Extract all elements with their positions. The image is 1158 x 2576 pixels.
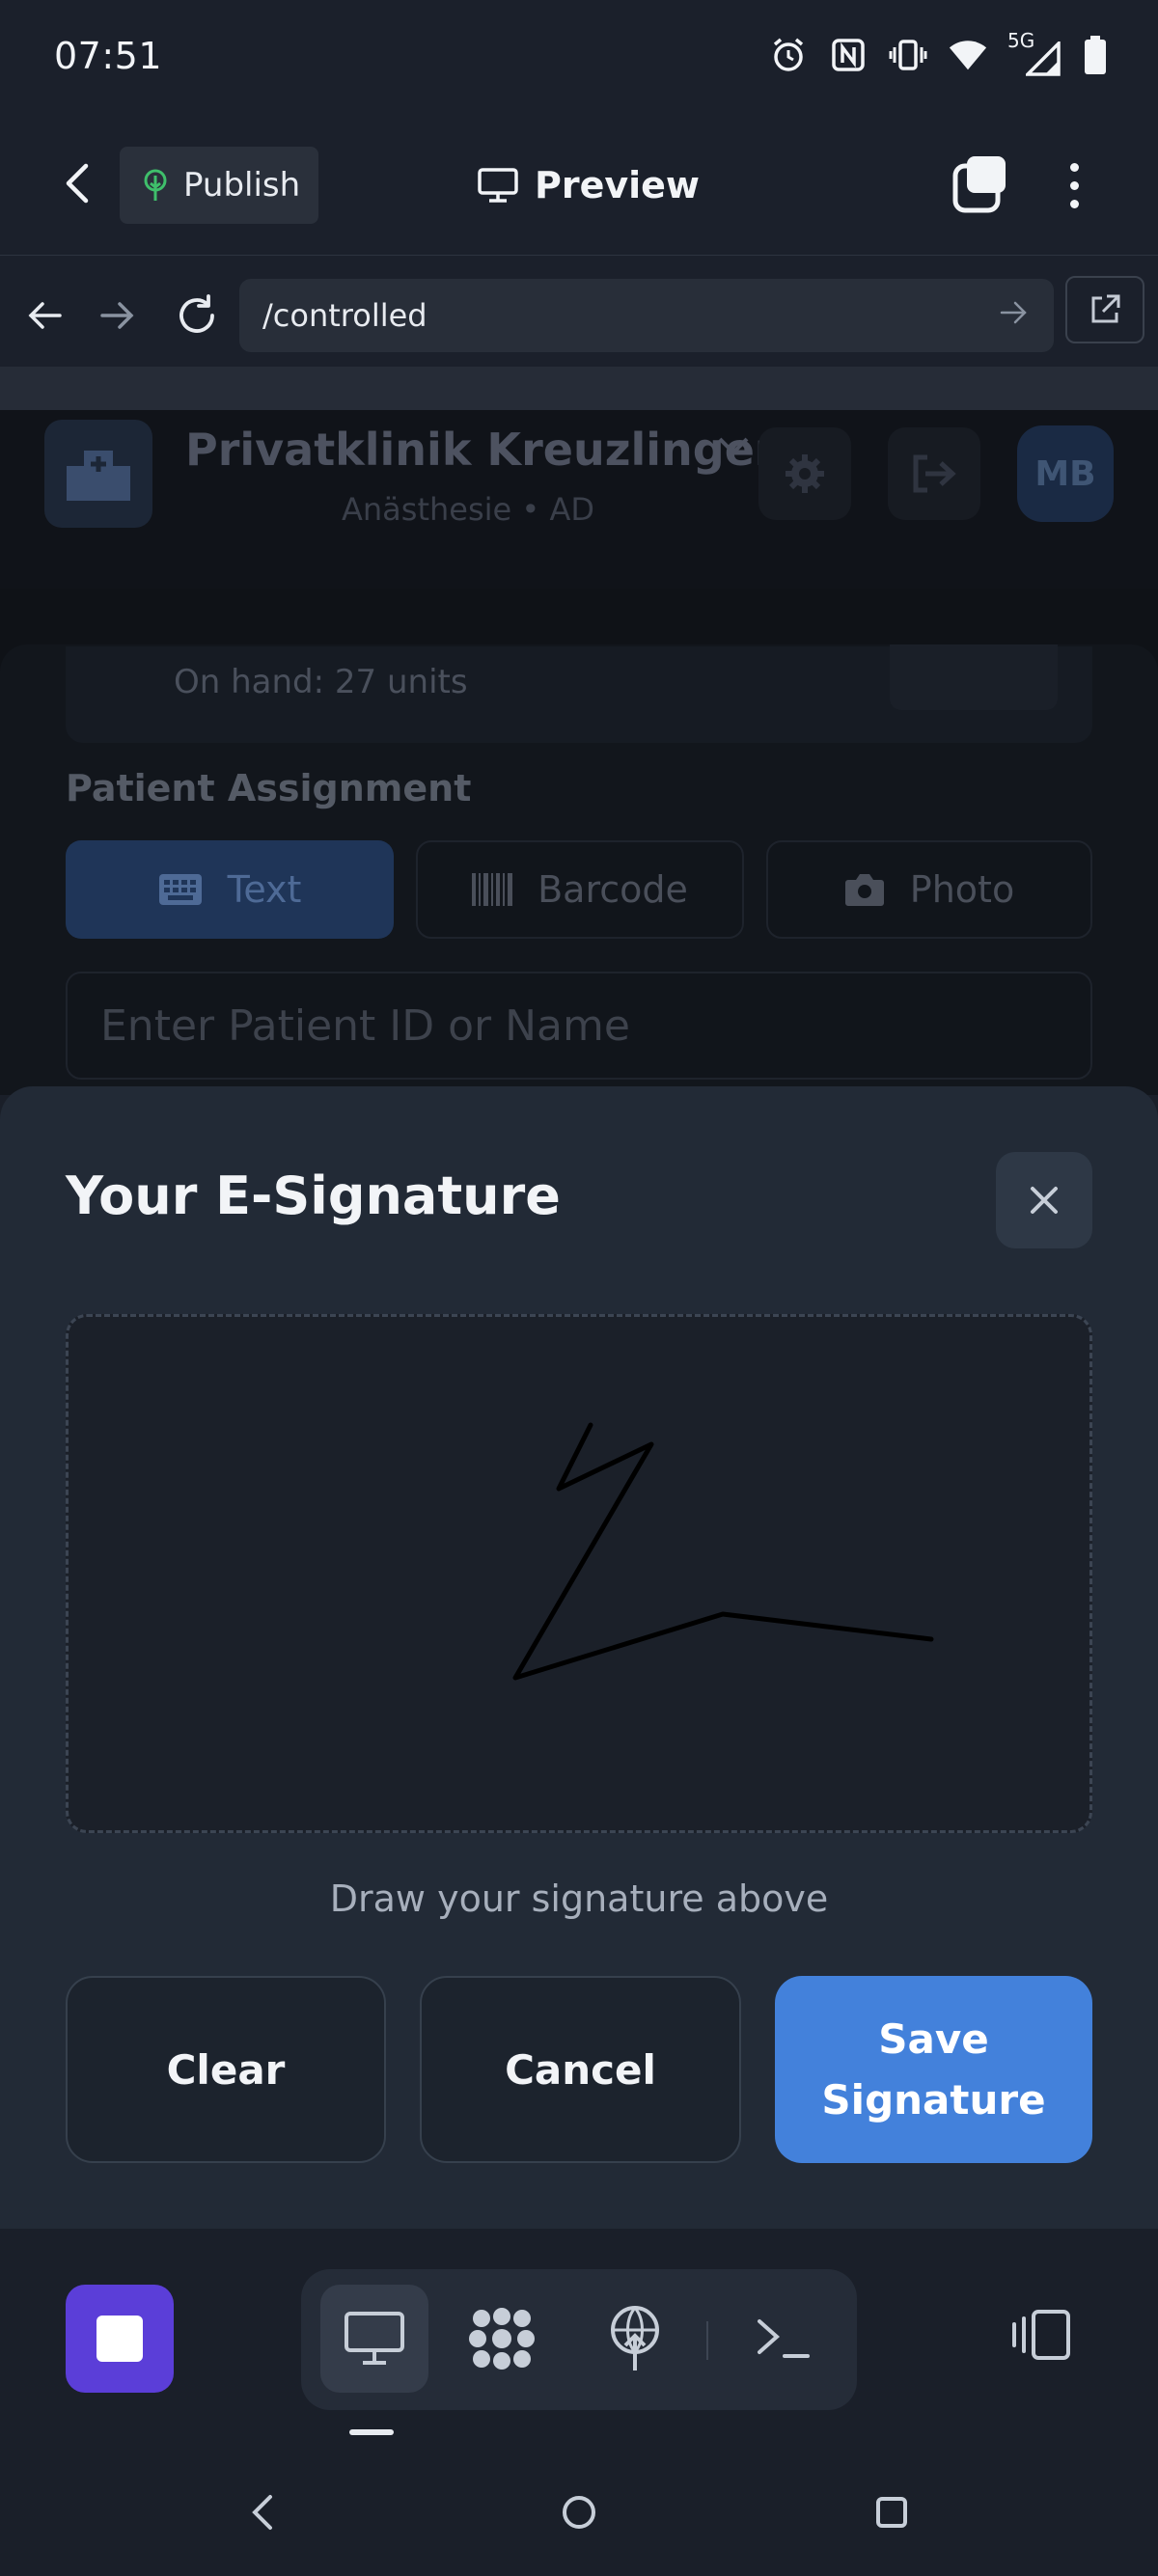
page-background: Privatklinik Kreuzlingen Anästhesie • AD… xyxy=(0,410,1158,1095)
modal-title: Your E-Signature xyxy=(66,1165,561,1226)
chevron-down-icon[interactable] xyxy=(716,433,751,458)
mode-barcode-label: Barcode xyxy=(538,868,688,911)
save-signature-button[interactable]: Save Signature xyxy=(775,1976,1092,2163)
terminal-icon xyxy=(758,2319,810,2358)
system-back-button[interactable] xyxy=(234,2483,291,2541)
system-recents-button[interactable] xyxy=(863,2483,921,2541)
barcode-icon xyxy=(472,873,513,906)
alarm-icon xyxy=(768,35,809,75)
battery-icon xyxy=(1081,35,1110,75)
reload-button[interactable] xyxy=(170,288,224,343)
settings-button[interactable] xyxy=(758,427,851,520)
logout-button[interactable] xyxy=(888,427,980,520)
system-home-button[interactable] xyxy=(550,2483,608,2541)
status-time: 07:51 xyxy=(54,35,163,77)
clinic-header: Privatklinik Kreuzlingen Anästhesie • AD… xyxy=(0,410,1158,589)
vibrate-icon xyxy=(888,35,928,75)
deploy-tool-button[interactable] xyxy=(581,2285,689,2393)
arrow-right-icon xyxy=(100,302,134,329)
dot xyxy=(1069,199,1079,208)
url-text: /controlled xyxy=(262,297,427,334)
external-link-icon xyxy=(1091,294,1120,323)
agent-tool-button[interactable] xyxy=(448,2285,556,2393)
browser-forward-button[interactable] xyxy=(91,288,145,343)
mode-barcode-button[interactable]: Barcode xyxy=(416,840,744,939)
avatar[interactable]: MB xyxy=(1017,425,1114,522)
signature-modal: Your E-Signature Draw your signature abo… xyxy=(0,1086,1158,2229)
cancel-button[interactable]: Cancel xyxy=(420,1976,741,2163)
clear-label: Clear xyxy=(166,2045,286,2094)
dot xyxy=(1069,162,1079,172)
mode-photo-label: Photo xyxy=(909,868,1015,911)
clinic-subtitle: Anästhesie • AD xyxy=(342,491,594,528)
dot xyxy=(1069,180,1079,190)
clear-button[interactable]: Clear xyxy=(66,1976,386,2163)
active-tool-indicator xyxy=(349,2429,394,2435)
stop-button[interactable] xyxy=(66,2285,174,2393)
signature-hint: Draw your signature above xyxy=(329,1877,829,1920)
patient-assignment-label: Patient Assignment xyxy=(66,767,472,809)
side-panel-icon xyxy=(1012,2310,1070,2360)
monitor-icon xyxy=(478,168,518,203)
save-signature-label: Save Signature xyxy=(821,2015,1046,2124)
app-bar: Publish Preview xyxy=(0,116,1158,256)
page-top-strip xyxy=(0,367,1158,410)
publish-icon xyxy=(144,169,167,201)
network-type-label: 5G xyxy=(1007,29,1035,52)
layout-toggle-button[interactable] xyxy=(1000,2294,1081,2375)
clinic-name[interactable]: Privatklinik Kreuzlingen xyxy=(185,424,786,476)
medication-action-button[interactable] xyxy=(890,644,1058,710)
more-options-button[interactable] xyxy=(1052,154,1096,216)
close-button[interactable] xyxy=(996,1152,1092,1248)
signature-stroke xyxy=(512,1422,934,1681)
patient-id-placeholder: Enter Patient ID or Name xyxy=(100,1000,630,1051)
url-input[interactable]: /controlled xyxy=(239,279,1054,352)
stop-icon xyxy=(96,2316,143,2362)
agent-icon xyxy=(469,2308,535,2370)
mode-photo-button[interactable]: Photo xyxy=(766,840,1092,939)
keyboard-icon xyxy=(158,874,202,905)
open-external-button[interactable] xyxy=(1065,276,1144,343)
preview-toggle[interactable]: Preview xyxy=(477,151,700,220)
close-icon xyxy=(1031,1187,1058,1214)
system-nav-bar xyxy=(0,2451,1158,2576)
chevron-left-icon xyxy=(252,2495,272,2530)
tool-group xyxy=(301,2269,857,2410)
cancel-label: Cancel xyxy=(505,2045,656,2094)
hospital-icon xyxy=(44,420,152,528)
dev-toolbar xyxy=(0,2229,1158,2451)
tool-divider xyxy=(706,2321,708,2360)
back-button[interactable] xyxy=(48,154,106,212)
gear-icon xyxy=(786,454,824,493)
browser-back-button[interactable] xyxy=(17,288,71,343)
status-icons: 5G xyxy=(768,29,1110,76)
home-circle-icon xyxy=(563,2496,595,2529)
mode-text-button[interactable]: Text xyxy=(66,840,394,939)
arrow-left-icon xyxy=(28,302,62,329)
recents-square-icon xyxy=(876,2497,907,2528)
cellular-signal-icon: 5G xyxy=(1007,29,1062,76)
deploy-icon xyxy=(611,2306,659,2370)
reload-icon xyxy=(179,294,214,333)
preview-label: Preview xyxy=(535,164,701,206)
wifi-icon xyxy=(948,35,988,75)
status-bar: 07:51 5G xyxy=(0,0,1158,116)
on-hand-count: On hand: 27 units xyxy=(174,663,468,701)
signature-pad[interactable] xyxy=(66,1314,1092,1833)
tabs-button[interactable] xyxy=(950,154,1011,216)
publish-label: Publish xyxy=(183,166,301,205)
chevron-left-icon xyxy=(66,163,89,204)
patient-id-input[interactable]: Enter Patient ID or Name xyxy=(66,972,1092,1080)
shell-tool-button[interactable] xyxy=(730,2285,838,2393)
logout-icon xyxy=(913,454,956,493)
publish-button[interactable]: Publish xyxy=(120,147,318,224)
nfc-icon xyxy=(828,35,868,75)
tabs-icon xyxy=(952,156,1006,213)
camera-icon xyxy=(844,874,884,906)
go-arrow-icon[interactable] xyxy=(1000,298,1029,327)
mode-text-label: Text xyxy=(227,868,302,911)
monitor-icon xyxy=(345,2312,404,2365)
preview-tool-button[interactable] xyxy=(320,2285,428,2393)
